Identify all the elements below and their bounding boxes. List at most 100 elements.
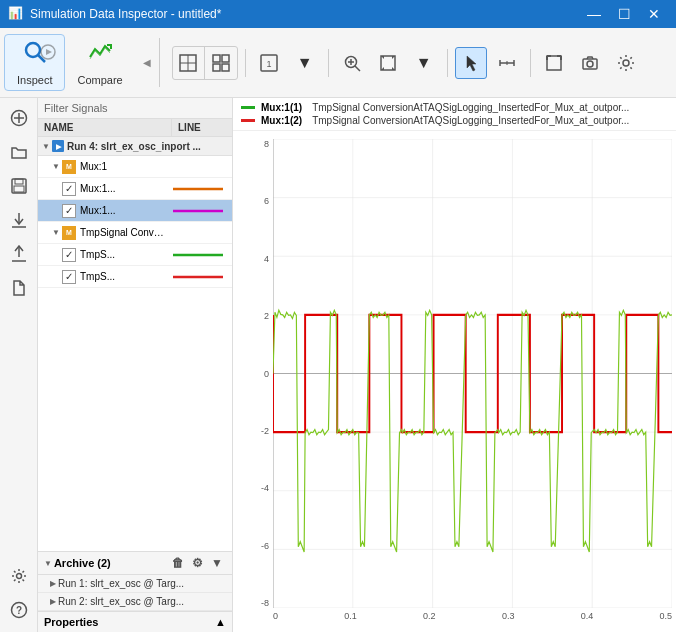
y-label-m8: -8 xyxy=(261,598,269,608)
inspect-label: Inspect xyxy=(17,74,52,86)
layout-single-button[interactable] xyxy=(173,47,205,79)
y-label-m4: -4 xyxy=(261,483,269,493)
x-label-04: 0.4 xyxy=(581,611,594,621)
properties-collapse-icon: ▲ xyxy=(215,616,226,628)
archive-collapse-icon xyxy=(44,559,52,568)
archive-gear-button[interactable]: ⚙ xyxy=(189,556,206,570)
tmps2-checkbox[interactable]: ✓ xyxy=(62,270,76,284)
mux1-sub1[interactable]: ✓ Mux:1... xyxy=(38,178,232,200)
svg-text:?: ? xyxy=(15,605,21,616)
run4-group[interactable]: ▶ Run 4: slrt_ex_osc_inport ... xyxy=(38,137,232,156)
app-icon: 📊 xyxy=(8,6,24,22)
settings-button[interactable] xyxy=(3,560,35,592)
document-button[interactable] xyxy=(3,272,35,304)
archive-run1[interactable]: Run 1: slrt_ex_osc @ Targ... xyxy=(38,575,232,593)
signal-panel: Filter Signals NAME LINE ▶ Run 4: slrt_e… xyxy=(38,98,233,632)
compare-label: Compare xyxy=(77,74,122,86)
mux1-group[interactable]: M Mux:1 xyxy=(38,156,232,178)
filter-bar: Filter Signals xyxy=(38,98,232,119)
toolbar-tabs: Inspect Compare xyxy=(0,32,139,93)
layout-grid-button[interactable] xyxy=(205,47,237,79)
x-label-03: 0.3 xyxy=(502,611,515,621)
mux1-sub2-checkbox[interactable]: ✓ xyxy=(62,204,76,218)
content-area: ? Filter Signals NAME LINE ▶ Run 4: slrt… xyxy=(0,98,676,632)
mux1-sub2-name: Mux:1... xyxy=(78,205,168,216)
svg-rect-5 xyxy=(213,55,220,62)
add-signal-button[interactable] xyxy=(3,102,35,134)
archive-run2[interactable]: Run 2: slrt_ex_osc @ Targ... xyxy=(38,593,232,611)
svg-rect-20 xyxy=(547,56,561,70)
mux1-line-preview xyxy=(168,162,228,172)
zoom-level-button[interactable]: 1 xyxy=(253,47,285,79)
tmps2-line xyxy=(168,272,228,282)
svg-rect-8 xyxy=(222,64,229,71)
svg-text:1: 1 xyxy=(266,59,271,69)
mux1-sub1-checkbox[interactable]: ✓ xyxy=(62,182,76,196)
y-label-m2: -2 xyxy=(261,426,269,436)
y-label-2: 2 xyxy=(264,311,269,321)
play-button[interactable] xyxy=(38,42,58,62)
tmpsignal-group[interactable]: M TmpSignal Conversi... xyxy=(38,222,232,244)
mux1-sub2[interactable]: ✓ Mux:1... xyxy=(38,200,232,222)
archive-delete-button[interactable]: 🗑 xyxy=(169,556,187,570)
y-label-0: 0 xyxy=(264,369,269,379)
main-container: Inspect Compare ◀ xyxy=(0,28,676,632)
zoom-dropdown2-button[interactable]: ▼ xyxy=(408,47,440,79)
zoom-fit-button[interactable] xyxy=(372,47,404,79)
zoom-dropdown-button[interactable]: ▼ xyxy=(289,47,321,79)
mux1-sub2-line xyxy=(168,206,228,216)
x-axis: 0 0.1 0.2 0.3 0.4 0.5 xyxy=(273,608,672,632)
archive-run2-label: Run 2: slrt_ex_osc @ Targ... xyxy=(58,596,184,607)
close-button[interactable]: ✕ xyxy=(640,0,668,28)
mux1-sub1-name: Mux:1... xyxy=(78,183,168,194)
sep2 xyxy=(245,49,246,77)
legend-item1: Mux:1(1) TmpSignal ConversionAtTAQSigLog… xyxy=(241,102,668,113)
properties-bar[interactable]: Properties ▲ xyxy=(38,611,232,632)
tmps1-name: TmpS... xyxy=(78,249,168,260)
tmpsignal-icon: M xyxy=(62,226,76,240)
upload-button[interactable] xyxy=(3,238,35,270)
compare-tab[interactable]: Compare xyxy=(65,35,134,90)
toolbar-separator xyxy=(159,38,160,87)
sidebar-icons: ? xyxy=(0,98,38,632)
tmps1-checkbox[interactable]: ✓ xyxy=(62,248,76,262)
tmpsignal-collapse-icon xyxy=(52,228,60,237)
plot-canvas-container[interactable]: 8 6 4 2 0 -2 -4 -6 -8 xyxy=(233,131,676,632)
archive-more-button[interactable]: ▼ xyxy=(208,556,226,570)
run4-label: Run 4: slrt_ex_osc_inport ... xyxy=(67,141,201,152)
help-button[interactable]: ? xyxy=(3,594,35,626)
save-button[interactable] xyxy=(3,170,35,202)
svg-point-27 xyxy=(623,60,629,66)
plot-settings-button[interactable] xyxy=(610,47,642,79)
archive-header[interactable]: Archive (2) 🗑 ⚙ ▼ xyxy=(38,552,232,575)
archive-section: Archive (2) 🗑 ⚙ ▼ Run 1: slrt_ex_osc @ T… xyxy=(38,551,232,611)
legend2-color xyxy=(241,119,255,122)
plot-svg xyxy=(273,139,672,608)
legend2-label: Mux:1(2) xyxy=(261,115,302,126)
svg-rect-35 xyxy=(14,186,24,192)
tmps2[interactable]: ✓ TmpS... xyxy=(38,266,232,288)
maximize-button[interactable]: ☐ xyxy=(610,0,638,28)
toolbar: Inspect Compare ◀ xyxy=(0,28,676,98)
col-name-header: NAME xyxy=(38,119,172,136)
tmps1-line xyxy=(168,250,228,260)
svg-rect-6 xyxy=(222,55,229,62)
x-label-05: 0.5 xyxy=(659,611,672,621)
run4-collapse-icon xyxy=(42,142,50,151)
snapshot-button[interactable] xyxy=(574,47,606,79)
toolbar-collapse-arrow[interactable]: ◀ xyxy=(139,32,155,93)
open-folder-button[interactable] xyxy=(3,136,35,168)
minimize-button[interactable]: — xyxy=(580,0,608,28)
measure-tool-button[interactable] xyxy=(491,47,523,79)
signal-list: ▶ Run 4: slrt_ex_osc_inport ... M Mux:1 … xyxy=(38,137,232,551)
sep5 xyxy=(530,49,531,77)
svg-line-12 xyxy=(355,66,360,71)
tmps1[interactable]: ✓ TmpS... xyxy=(38,244,232,266)
select-tool-button[interactable] xyxy=(455,47,487,79)
zoom-in-button[interactable] xyxy=(336,47,368,79)
sep4 xyxy=(447,49,448,77)
fit-view-button[interactable] xyxy=(538,47,570,79)
sep3 xyxy=(328,49,329,77)
download-button[interactable] xyxy=(3,204,35,236)
window-controls: — ☐ ✕ xyxy=(580,0,668,28)
